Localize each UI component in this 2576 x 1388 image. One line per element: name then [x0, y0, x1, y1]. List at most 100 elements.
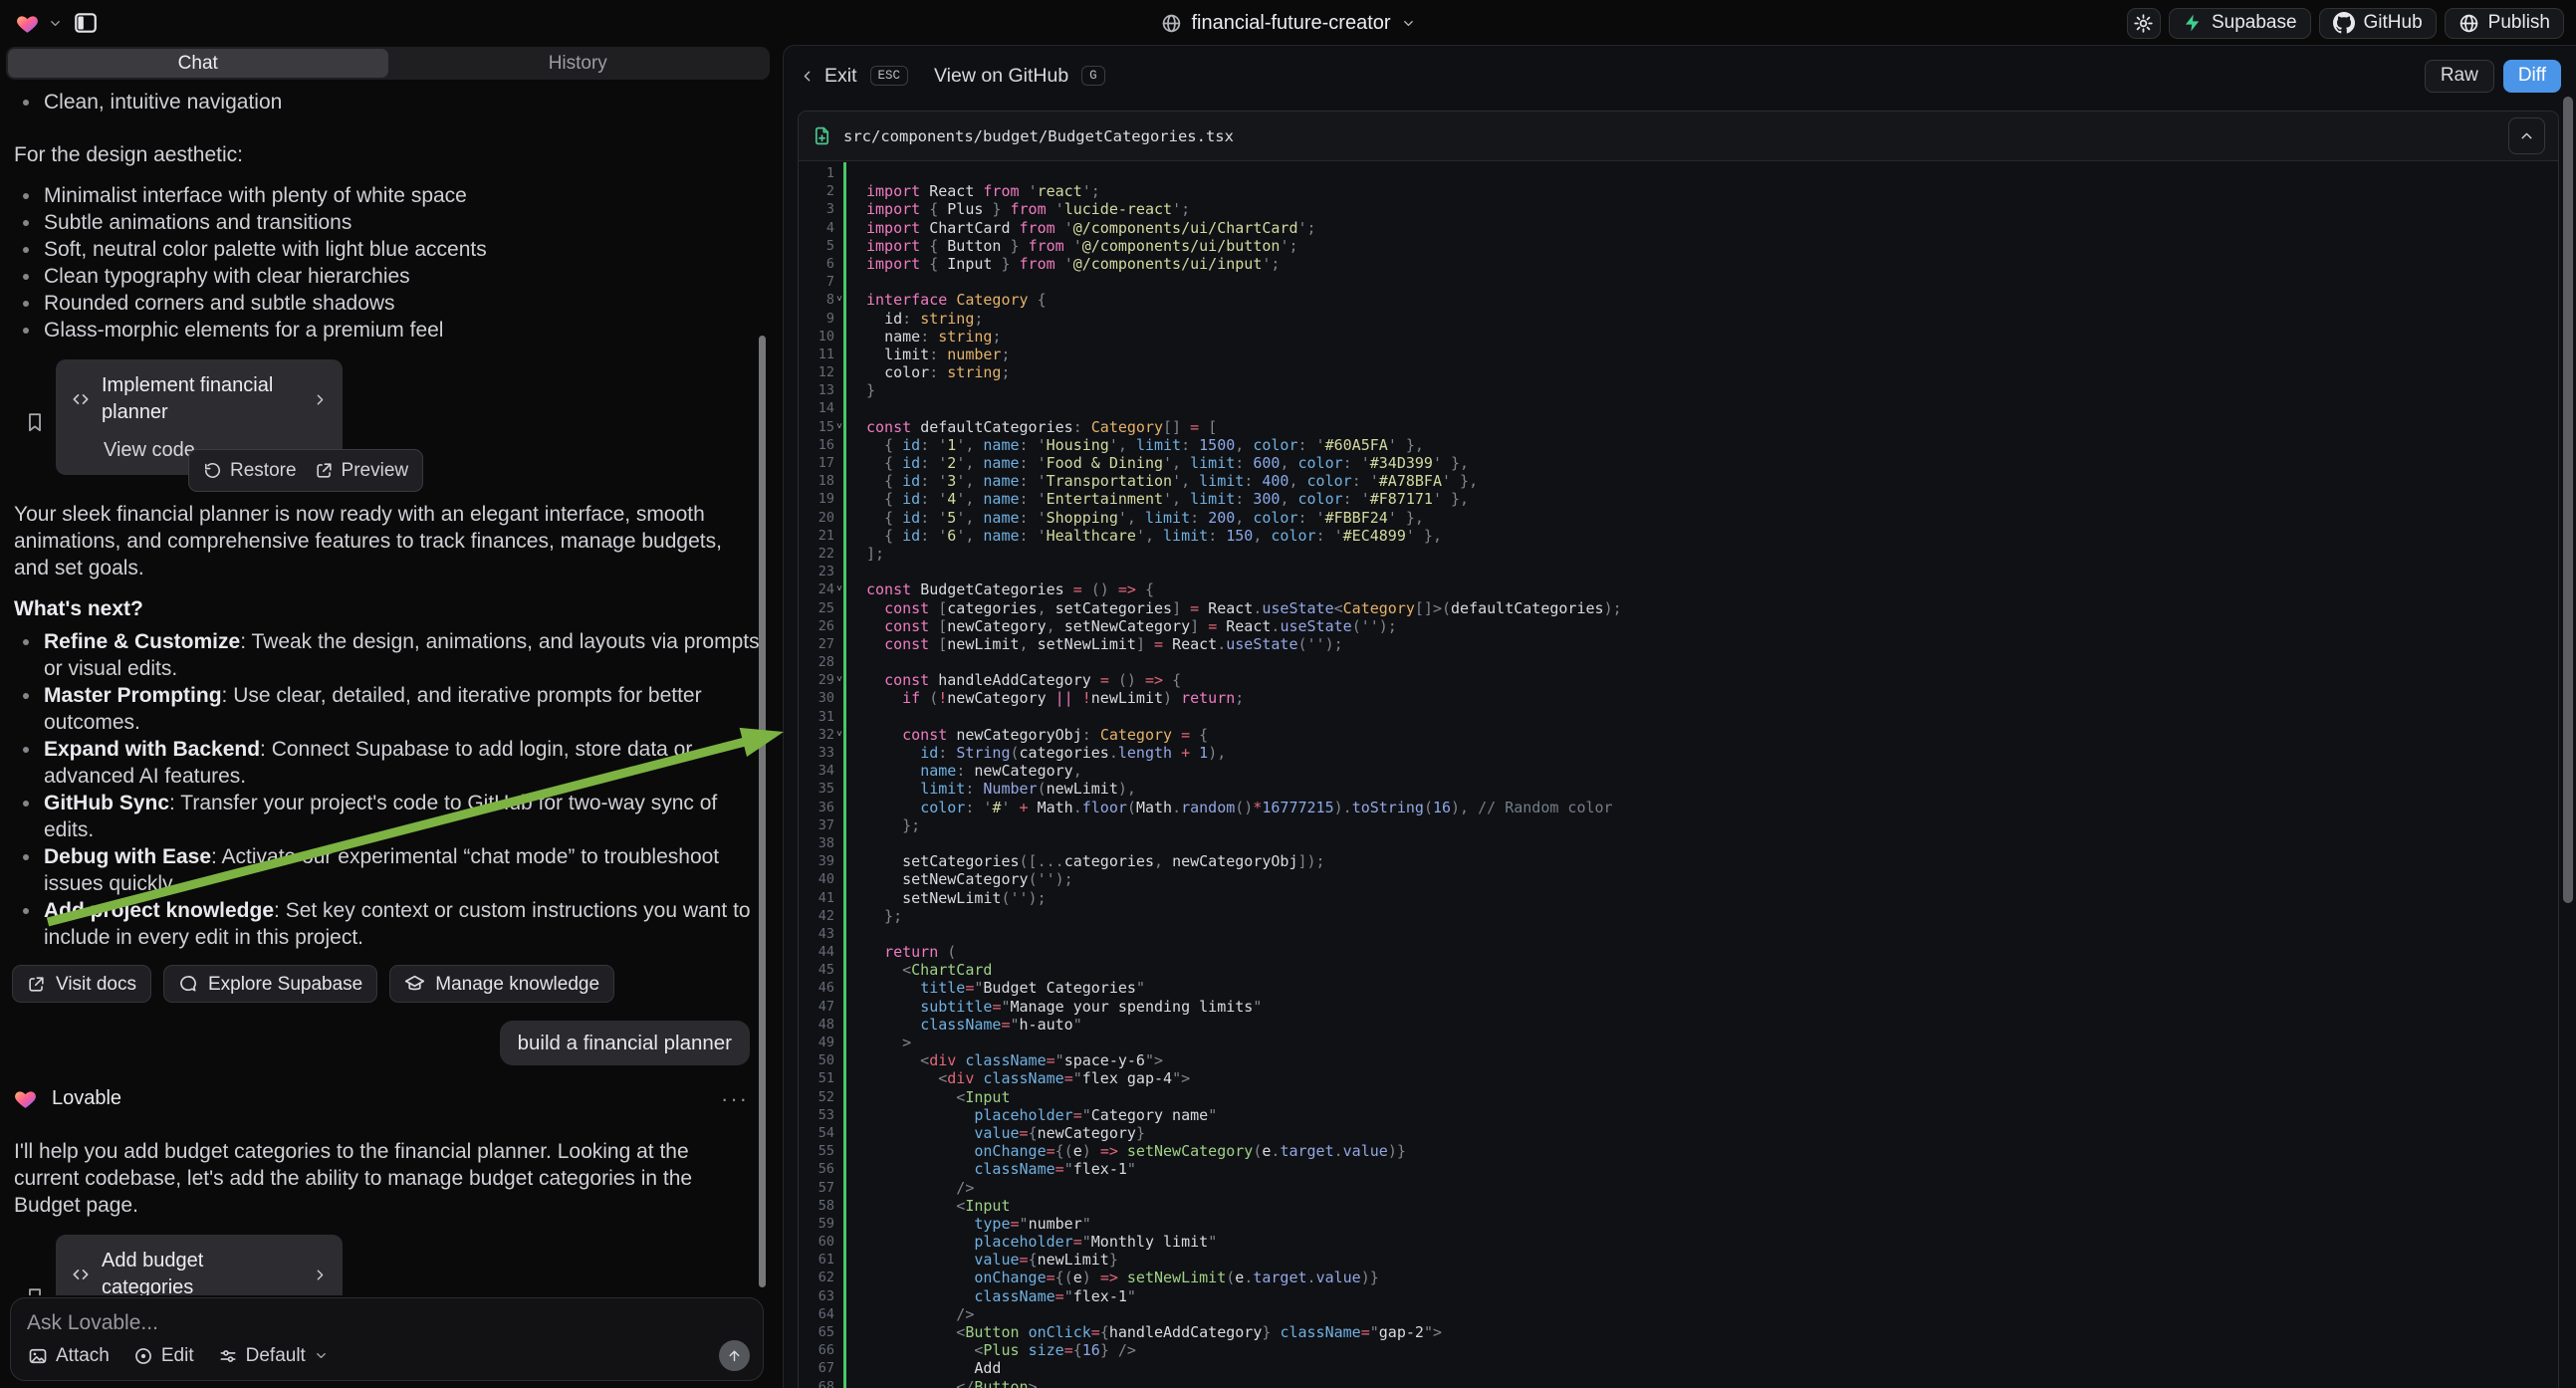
code-line: 47 subtitle="Manage your spending limits… [799, 998, 2558, 1016]
version-card[interactable]: Add budget categoriesView codeRestorePre… [56, 1235, 343, 1295]
code-line: 54 value={newCategory} [799, 1124, 2558, 1142]
image-icon [28, 1346, 48, 1366]
chat-bullet-list: Clean, intuitive navigation [10, 89, 763, 116]
attach-button[interactable]: Attach [28, 1345, 110, 1367]
sidebar-toggle-icon[interactable] [70, 7, 102, 39]
code-text: /> [834, 1305, 974, 1323]
code-line: 35 limit: Number(newLimit), [799, 780, 2558, 798]
quick-action-chips: Visit docs Explore Supabase Manage knowled… [12, 965, 763, 1003]
code-line: 48 className="h-auto" [799, 1016, 2558, 1034]
fold-chevron-icon[interactable]: ˅ [836, 418, 842, 436]
code-line: 16 { id: '1', name: 'Housing', limit: 15… [799, 436, 2558, 454]
line-number: 44 [799, 943, 834, 961]
code-line: 43 [799, 925, 2558, 943]
code-text: value={newLimit} [834, 1251, 1118, 1269]
ask-input[interactable]: Ask Lovable... [27, 1311, 747, 1335]
list-item: Debug with Ease: Activate our experiment… [10, 843, 763, 897]
gear-icon [2133, 13, 2154, 34]
code-line: 42 }; [799, 907, 2558, 925]
code-line: 56 className="flex-1" [799, 1160, 2558, 1178]
code-text: import { Plus } from 'lucide-react'; [834, 200, 1190, 218]
message-menu-icon[interactable]: ··· [721, 1085, 749, 1112]
supabase-button[interactable]: Supabase [2169, 8, 2311, 39]
line-number: 18 [799, 472, 834, 490]
code-line: 9 id: string; [799, 310, 2558, 328]
line-number: 31 [799, 708, 834, 726]
code-text: <ChartCard [834, 961, 992, 979]
tab-chat[interactable]: Chat [8, 49, 388, 78]
preview-label: Preview [342, 457, 409, 484]
bullet-lead: GitHub Sync [44, 792, 169, 814]
diff-button[interactable]: Diff [2503, 60, 2561, 93]
chevron-right-icon [312, 391, 329, 408]
chat-bullet-list: Refine & Customize: Tweak the design, an… [10, 628, 763, 951]
code-text: const [categories, setCategories] = Reac… [834, 599, 1622, 617]
code-text: name: string; [834, 328, 1001, 346]
line-number: 2 [799, 182, 834, 200]
version-card[interactable]: Implement financial plannerView codeRest… [56, 359, 343, 475]
chat-bullet-list: Minimalist interface with plenty of whit… [10, 182, 763, 344]
chip-label: Explore Supabase [208, 971, 362, 998]
bookmark-icon[interactable] [24, 1245, 46, 1295]
version-card-row: Add budget categoriesView codeRestorePre… [10, 1235, 763, 1295]
code-text: import React from 'react'; [834, 182, 1100, 200]
code-text: name: newCategory, [834, 762, 1082, 780]
code-line: 2import React from 'react'; [799, 182, 2558, 200]
line-number: 7 [799, 273, 834, 291]
raw-button[interactable]: Raw [2425, 60, 2494, 93]
chip-explore-supabase[interactable]: Explore Supabase [163, 965, 377, 1003]
code-line: 53 placeholder="Category name" [799, 1106, 2558, 1124]
code-text: title="Budget Categories" [834, 979, 1145, 997]
code-text: <Plus size={16} /> [834, 1341, 1136, 1359]
code-text: className="flex-1" [834, 1287, 1136, 1305]
line-number: 5 [799, 237, 834, 255]
github-button[interactable]: GitHub [2319, 8, 2437, 39]
list-item: GitHub Sync: Transfer your project's cod… [10, 790, 763, 843]
line-number: 63 [799, 1287, 834, 1305]
code-line: 34 name: newCategory, [799, 762, 2558, 780]
fold-chevron-icon[interactable]: ˅ [836, 671, 842, 689]
line-number: 25 [799, 599, 834, 617]
code-scrollbar[interactable] [2563, 97, 2573, 903]
list-item: Soft, neutral color palette with light b… [10, 236, 763, 263]
chip-manage-knowledge[interactable]: Manage knowledge [389, 965, 614, 1003]
restore-button[interactable]: Restore [203, 457, 297, 484]
fold-chevron-icon[interactable]: ˅ [836, 580, 842, 598]
line-number: 68 [799, 1378, 834, 1388]
project-menu[interactable]: financial-future-creator [1160, 0, 1415, 46]
restore-icon [203, 461, 222, 480]
preview-button[interactable]: Preview [315, 457, 409, 484]
version-card-row: Implement financial plannerView codeRest… [10, 359, 763, 475]
view-on-github-button[interactable]: View on GitHub G [934, 65, 1105, 88]
external-link-icon [315, 461, 334, 480]
edit-button[interactable]: Edit [133, 1345, 194, 1367]
restore-label: Restore [230, 457, 297, 484]
line-number: 48 [799, 1016, 834, 1034]
collapse-file-button[interactable] [2508, 117, 2545, 154]
line-number: 37 [799, 816, 834, 834]
code-line: 18 { id: '3', name: 'Transportation', li… [799, 472, 2558, 490]
line-number: 61 [799, 1251, 834, 1269]
tab-history[interactable]: History [388, 49, 769, 78]
list-item: Clean, intuitive navigation [10, 89, 763, 116]
lovable-heart-icon[interactable] [14, 11, 41, 36]
code-text [834, 708, 866, 726]
send-button[interactable] [719, 1340, 750, 1371]
fold-chevron-icon[interactable]: ˅ [836, 291, 842, 309]
publish-button[interactable]: Publish [2445, 8, 2564, 39]
version-card-title: Add budget categories [102, 1248, 301, 1295]
code-text: > [834, 1034, 911, 1051]
chip-visit-docs[interactable]: Visit docs [12, 965, 151, 1003]
exit-button[interactable]: Exit ESC [799, 65, 908, 88]
list-item: Rounded corners and subtle shadows [10, 290, 763, 317]
chat-scrollbar[interactable] [759, 336, 766, 1287]
settings-button[interactable] [2127, 8, 2161, 39]
code-line: 63 className="flex-1" [799, 1287, 2558, 1305]
model-default-dropdown[interactable]: Default [218, 1345, 329, 1367]
chevron-down-icon[interactable] [48, 16, 63, 31]
line-number: 8 [799, 291, 834, 309]
code-viewer-panel: Exit ESC View on GitHub G Raw Diff src/c… [783, 45, 2576, 1388]
bookmark-icon[interactable] [24, 369, 46, 475]
code-icon [71, 1265, 91, 1284]
fold-chevron-icon[interactable]: ˅ [836, 726, 842, 744]
